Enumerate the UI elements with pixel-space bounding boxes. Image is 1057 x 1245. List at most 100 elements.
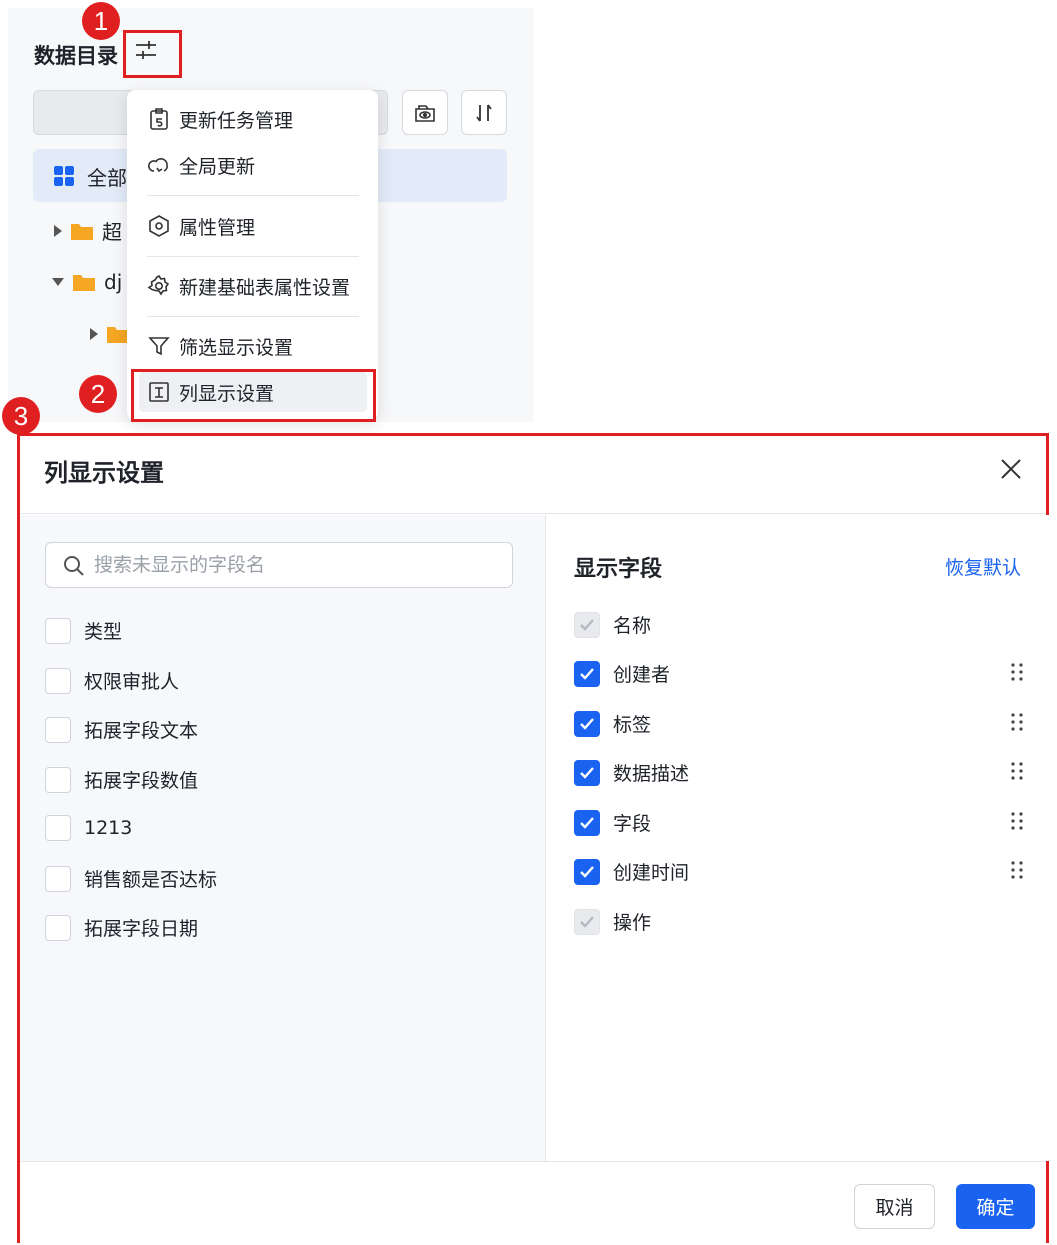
check-icon bbox=[580, 865, 594, 878]
hidden-field-label: 权限审批人 bbox=[84, 671, 180, 693]
checkbox-checked[interactable] bbox=[574, 809, 600, 836]
field-search-input[interactable] bbox=[94, 551, 494, 579]
checkbox-checked[interactable] bbox=[574, 858, 600, 885]
menu-divider bbox=[147, 316, 359, 317]
sort-button[interactable] bbox=[461, 90, 507, 135]
checkbox-checked[interactable] bbox=[574, 759, 600, 786]
menu-item-label: 全局更新 bbox=[179, 155, 256, 178]
hidden-field-label: 拓展字段文本 bbox=[84, 720, 199, 742]
menu-item-label: 筛选显示设置 bbox=[179, 336, 294, 359]
folder-open-icon bbox=[73, 275, 95, 291]
shown-field-label: 操作 bbox=[613, 912, 652, 934]
caret-right-icon[interactable] bbox=[90, 328, 98, 340]
tree-item-3[interactable] bbox=[90, 324, 130, 344]
catalog-settings-button[interactable] bbox=[132, 36, 160, 64]
restore-default-link[interactable]: 恢复默认 bbox=[945, 553, 1021, 580]
menu-item-label: 更新任务管理 bbox=[179, 109, 294, 132]
grid-apps-icon bbox=[54, 166, 74, 186]
folder-icon bbox=[71, 223, 93, 240]
shown-field-row[interactable]: 创建者 bbox=[574, 660, 1024, 687]
menu-item-update-tasks[interactable]: 更新任务管理 bbox=[139, 99, 367, 139]
shown-field-row[interactable]: 创建时间 bbox=[574, 858, 1024, 885]
hidden-field-row[interactable]: 拓展字段日期 bbox=[45, 914, 198, 941]
checkbox[interactable] bbox=[45, 766, 71, 793]
menu-item-global-update[interactable]: 全局更新 bbox=[139, 145, 367, 185]
check-icon bbox=[580, 667, 594, 680]
shown-field-row[interactable]: 字段 bbox=[574, 809, 1024, 836]
checkbox-checked[interactable] bbox=[574, 660, 600, 687]
annotation-marker-3: 3 bbox=[2, 397, 40, 435]
shown-fields-title: 显示字段 bbox=[574, 557, 663, 582]
menu-item-base-table-attr-settings[interactable]: 新建基础表属性设置 bbox=[139, 266, 367, 306]
checkbox-disabled bbox=[574, 908, 600, 935]
menu-divider bbox=[147, 256, 359, 257]
checkbox[interactable] bbox=[45, 617, 71, 644]
checkbox-checked[interactable] bbox=[574, 710, 600, 737]
hidden-field-row[interactable]: 1213 bbox=[45, 815, 132, 841]
check-icon bbox=[580, 915, 594, 928]
column-display-dialog: 列显示设置 类型 权限审批人 拓展字段文本 拓展字段数值 bbox=[17, 433, 1049, 1243]
cloud-refresh-icon bbox=[148, 158, 168, 173]
drag-handle-icon[interactable] bbox=[1010, 860, 1024, 880]
drag-handle-icon[interactable] bbox=[1010, 712, 1024, 732]
drag-handle-icon[interactable] bbox=[1010, 662, 1024, 682]
hidden-field-row[interactable]: 类型 bbox=[45, 617, 122, 644]
dialog-header: 列显示设置 bbox=[20, 436, 1046, 514]
close-icon[interactable] bbox=[998, 456, 1024, 482]
checkbox[interactable] bbox=[45, 716, 71, 743]
catalog-title: 数据目录 bbox=[34, 44, 118, 68]
sliders-icon bbox=[136, 41, 156, 59]
dialog-title: 列显示设置 bbox=[44, 459, 164, 487]
tree-item-1[interactable]: 超 bbox=[54, 216, 122, 245]
menu-item-label: 新建基础表属性设置 bbox=[179, 276, 351, 299]
checkbox[interactable] bbox=[45, 667, 71, 694]
menu-item-label: 属性管理 bbox=[179, 216, 256, 239]
menu-item-filter-display-settings[interactable]: 筛选显示设置 bbox=[139, 326, 367, 366]
caret-right-icon[interactable] bbox=[54, 224, 62, 237]
shown-field-label: 标签 bbox=[613, 714, 652, 736]
menu-divider bbox=[147, 195, 359, 196]
clipboard-update-icon bbox=[150, 108, 168, 130]
check-icon bbox=[580, 618, 594, 631]
dialog-footer: 取消 确定 bbox=[20, 1161, 1046, 1243]
checkbox[interactable] bbox=[45, 815, 71, 841]
shown-fields-pane: 显示字段 恢复默认 名称 创建者 标签 数据描述 字段 创建时间 操作 bbox=[547, 515, 1049, 1161]
confirm-button[interactable]: 确定 bbox=[956, 1184, 1035, 1229]
menu-item-attribute-management[interactable]: 属性管理 bbox=[139, 206, 367, 246]
hidden-field-label: 1213 bbox=[84, 817, 133, 839]
check-icon bbox=[580, 766, 594, 779]
eye-folder-icon bbox=[415, 104, 435, 122]
field-search-box[interactable] bbox=[45, 542, 513, 588]
shown-field-label: 字段 bbox=[613, 813, 652, 835]
shown-field-row: 名称 bbox=[574, 611, 1024, 638]
shown-field-row[interactable]: 标签 bbox=[574, 710, 1024, 737]
hidden-fields-pane: 类型 权限审批人 拓展字段文本 拓展字段数值 1213 销售额是否达标 拓展字段… bbox=[20, 515, 546, 1161]
shown-field-row: 操作 bbox=[574, 908, 1024, 935]
hidden-field-row[interactable]: 拓展字段数值 bbox=[45, 766, 198, 793]
hidden-field-label: 拓展字段日期 bbox=[84, 918, 199, 940]
check-icon bbox=[580, 717, 594, 730]
hidden-field-label: 销售额是否达标 bbox=[84, 869, 218, 891]
hidden-field-row[interactable]: 拓展字段文本 bbox=[45, 716, 198, 743]
sort-arrows-icon bbox=[476, 103, 492, 122]
shown-field-row[interactable]: 数据描述 bbox=[574, 759, 1024, 786]
hidden-field-row[interactable]: 销售额是否达标 bbox=[45, 865, 217, 892]
drag-handle-icon[interactable] bbox=[1010, 761, 1024, 781]
checkbox[interactable] bbox=[45, 865, 71, 892]
annotation-marker-2: 2 bbox=[79, 375, 117, 413]
hidden-field-row[interactable]: 权限审批人 bbox=[45, 667, 179, 694]
cancel-button[interactable]: 取消 bbox=[854, 1184, 935, 1229]
gear-icon bbox=[147, 274, 170, 296]
shown-field-label: 名称 bbox=[613, 615, 652, 637]
drag-handle-icon[interactable] bbox=[1010, 811, 1024, 831]
tree-item-2[interactable]: dj bbox=[52, 270, 122, 294]
checkbox[interactable] bbox=[45, 914, 71, 941]
tree-item-label: 超 bbox=[102, 220, 122, 244]
tree-item-all-label: 全部 bbox=[87, 166, 127, 190]
checkbox-disabled bbox=[574, 611, 600, 638]
check-icon bbox=[580, 816, 594, 829]
shown-field-label: 创建时间 bbox=[613, 862, 690, 884]
search-icon bbox=[64, 556, 84, 576]
view-settings-button[interactable] bbox=[402, 90, 448, 135]
caret-down-icon[interactable] bbox=[52, 278, 64, 286]
